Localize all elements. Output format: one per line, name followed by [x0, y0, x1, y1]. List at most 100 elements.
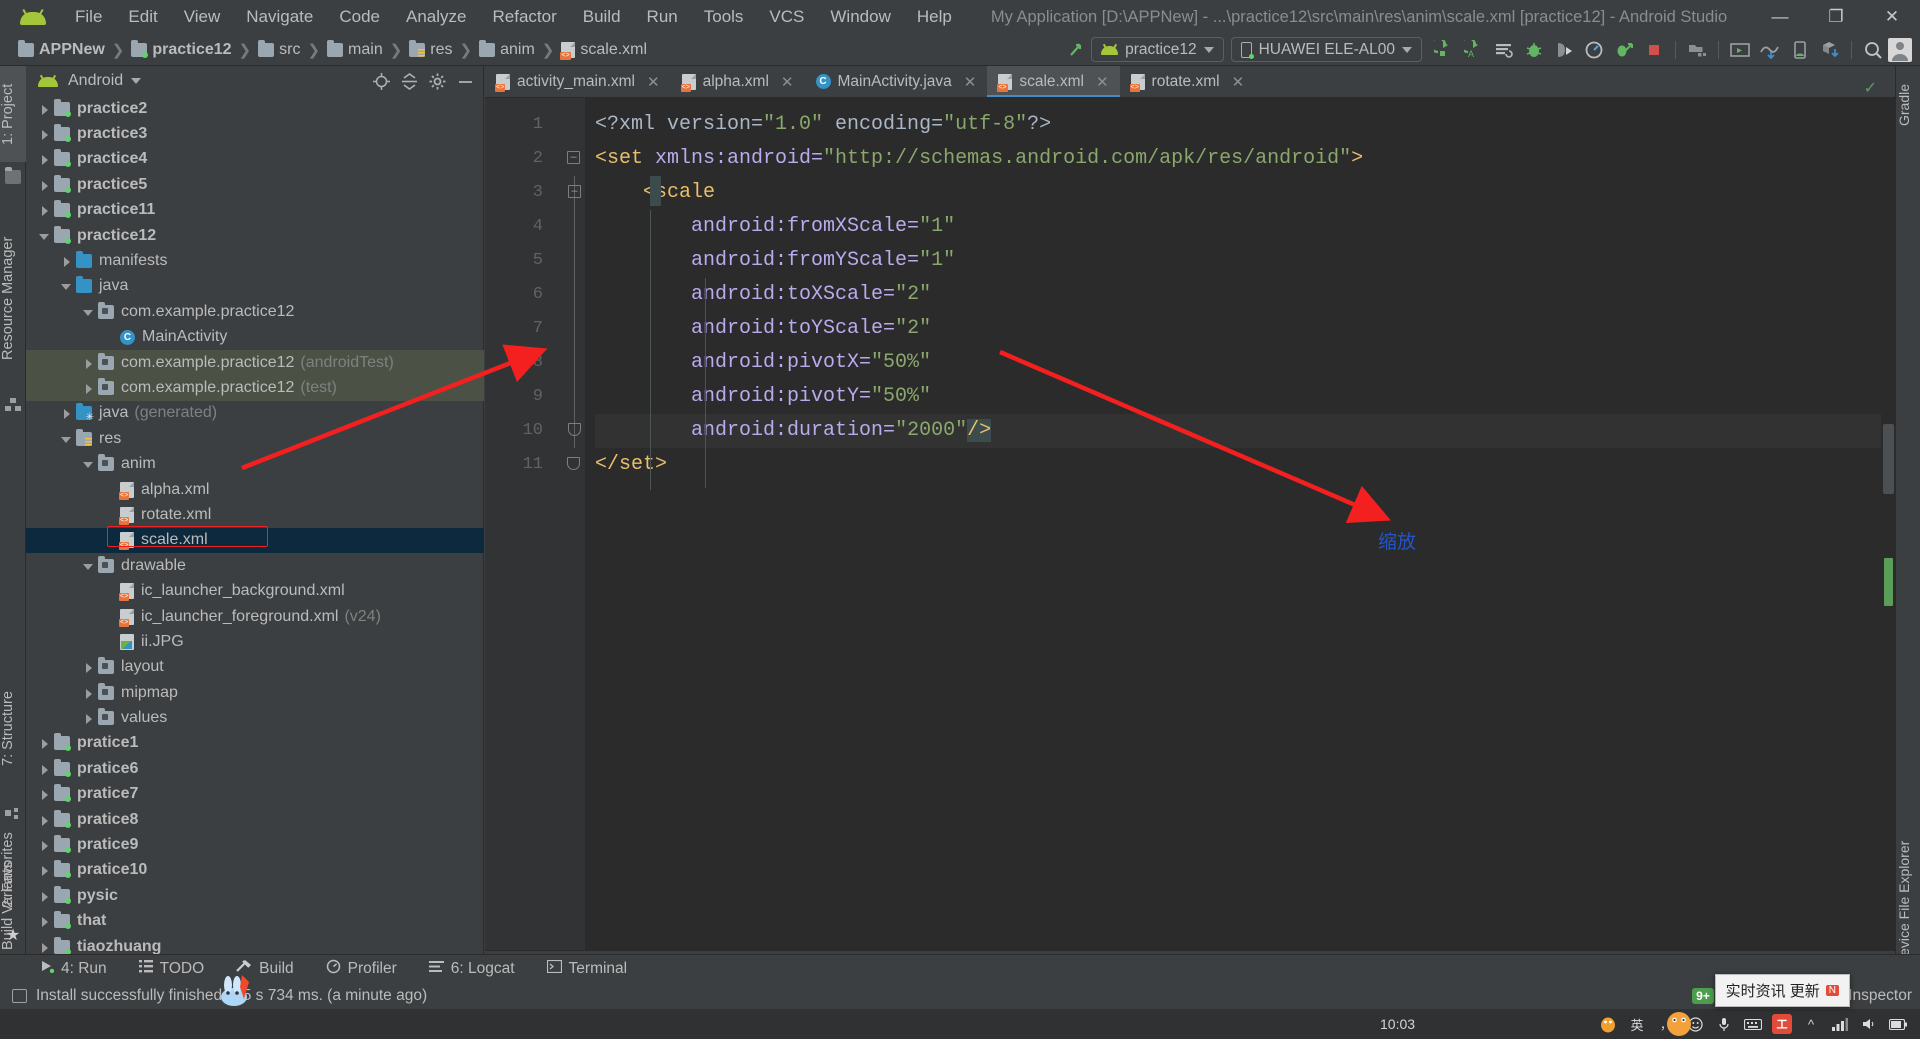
menu-analyze[interactable]: Analyze [393, 4, 479, 30]
inspection-ok-icon[interactable]: ✓ [1864, 78, 1877, 98]
menu-code[interactable]: Code [326, 4, 393, 30]
chevron-right-icon[interactable] [82, 686, 96, 700]
chevron-right-icon[interactable] [38, 838, 52, 852]
editor-tab-scale-xml[interactable]: scale.xml ✕ [987, 66, 1120, 97]
tree-row-layout[interactable]: layout [26, 655, 484, 680]
fold-end-icon[interactable] [567, 457, 580, 470]
search-icon[interactable] [1858, 37, 1888, 63]
tool-window-logcat[interactable]: 6: Logcat [413, 958, 531, 980]
code-line[interactable]: android:pivotX="50%" [595, 346, 1895, 380]
tree-row-manifests[interactable]: manifests [26, 248, 484, 273]
chevron-right-icon[interactable] [60, 406, 74, 420]
news-toast-popup[interactable]: 实时资讯 更新 N [1714, 974, 1850, 1007]
tree-row-practice2[interactable]: practice2 [26, 96, 484, 121]
make-project-icon[interactable] [1061, 37, 1091, 63]
tree-row-java[interactable]: java [26, 274, 484, 299]
code-line[interactable]: <?xml version="1.0" encoding="utf-8"?> [595, 108, 1895, 142]
sidebar-item-favorites[interactable]: 2: Favorites [0, 820, 26, 920]
editor-scrollbar-thumb[interactable] [1883, 424, 1894, 494]
menu-file[interactable]: File [62, 4, 115, 30]
sidebar-item-resource-manager[interactable]: Resource Manager [0, 206, 26, 391]
chevron-right-icon[interactable] [38, 762, 52, 776]
close-icon[interactable]: ✕ [1232, 73, 1245, 91]
menu-help[interactable]: Help [904, 4, 965, 30]
hide-panel-icon[interactable] [453, 70, 477, 92]
minimize-button[interactable]: — [1752, 0, 1808, 34]
network-icon[interactable] [1830, 1014, 1850, 1034]
chevron-down-icon[interactable] [82, 457, 96, 471]
editor-marker-bar[interactable] [1881, 98, 1895, 950]
tree-row-com-example-practice12[interactable]: com.example.practice12 (androidTest) [26, 349, 484, 376]
tree-row-pratice9[interactable]: pratice9 [26, 832, 484, 857]
tool-window-run[interactable]: 4: Run [0, 957, 123, 980]
menu-edit[interactable]: Edit [115, 4, 170, 30]
attach-profiler-icon[interactable] [1609, 37, 1639, 63]
sidebar-item-gradle[interactable]: Gradle [1896, 74, 1920, 136]
sidebar-item-structure[interactable]: 7: Structure [0, 656, 26, 801]
breadcrumb-src[interactable]: src [256, 39, 302, 60]
code-line[interactable]: android:toYScale="2" [595, 312, 1895, 346]
tree-row-rotate-xml[interactable]: rotate.xml [26, 502, 484, 527]
tree-row-pratice1[interactable]: pratice1 [26, 731, 484, 756]
breadcrumb-appnew[interactable]: APPNew [16, 39, 107, 60]
chevron-right-icon[interactable] [38, 203, 52, 217]
tree-row-scale-xml[interactable]: scale.xml [26, 527, 484, 554]
tool-window-profiler[interactable]: Profiler [310, 957, 413, 981]
code-line[interactable]: android:duration="2000"/> [595, 414, 1895, 448]
chevron-down-icon[interactable] [131, 78, 142, 84]
apply-changes-icon[interactable]: A [1459, 37, 1489, 63]
chevron-down-icon[interactable] [60, 432, 74, 446]
code-editor[interactable]: 1 2 3 4 5 6 7 8 9 10 11 – – <?xml version="1.0" en… [485, 98, 1895, 950]
code-line[interactable]: android:fromYScale="1" [595, 244, 1895, 278]
battery-icon[interactable] [1888, 1014, 1908, 1034]
sidebar-item-project[interactable]: 1: Project [0, 66, 26, 162]
ime-mic-icon[interactable] [1714, 1014, 1734, 1034]
chevron-right-icon[interactable] [38, 813, 52, 827]
layout-inspector-icon[interactable] [1815, 37, 1845, 63]
run-icon[interactable] [1429, 37, 1459, 63]
chevron-right-icon[interactable] [38, 102, 52, 116]
code-line[interactable]: android:fromXScale="1" [595, 210, 1895, 244]
breadcrumb-scale-xml[interactable]: scale.xml [559, 40, 649, 60]
tree-row-com-example-practice12[interactable]: com.example.practice12 (test) [26, 375, 484, 401]
editor-tab-activity-main-xml[interactable]: activity_main.xml ✕ [485, 66, 671, 97]
chevron-right-icon[interactable] [38, 787, 52, 801]
tree-row-anim[interactable]: anim [26, 451, 484, 476]
chevron-right-icon[interactable] [82, 381, 96, 395]
tree-row-pratice7[interactable]: pratice7 [26, 782, 484, 807]
chevron-right-icon[interactable] [82, 711, 96, 725]
apply-code-changes-icon[interactable] [1489, 37, 1519, 63]
tree-row-pratice10[interactable]: pratice10 [26, 858, 484, 883]
tree-row-practice12[interactable]: practice12 [26, 223, 484, 248]
menu-refactor[interactable]: Refactor [479, 4, 569, 30]
tree-row-alpha-xml[interactable]: alpha.xml [26, 477, 484, 502]
maximize-button[interactable]: ❐ [1808, 0, 1864, 34]
code-line[interactable]: <scale [595, 176, 1895, 210]
project-structure-icon[interactable] [1682, 37, 1712, 63]
chevron-right-icon[interactable] [82, 356, 96, 370]
attach-debugger-icon[interactable] [1549, 37, 1579, 63]
fold-end-icon[interactable] [568, 423, 581, 436]
ime-cn-icon[interactable]: 英 [1627, 1014, 1647, 1034]
project-tree[interactable]: practice2 practice3 practice4 practice5 prac… [26, 96, 484, 982]
tree-row-pysic[interactable]: pysic [26, 883, 484, 908]
chevron-down-icon[interactable] [82, 559, 96, 573]
tray-up-icon[interactable]: ^ [1801, 1014, 1821, 1034]
profiler-icon[interactable] [1579, 37, 1609, 63]
code-line[interactable]: android:pivotY="50%" [595, 380, 1895, 414]
code-line[interactable]: </set> [595, 448, 1895, 482]
qq-icon[interactable] [1598, 1014, 1618, 1034]
close-icon[interactable]: ✕ [647, 73, 660, 91]
menu-build[interactable]: Build [570, 4, 634, 30]
breadcrumb-practice12[interactable]: practice12 [129, 39, 233, 60]
close-icon[interactable]: ✕ [964, 73, 977, 91]
qq-floating-icon[interactable] [1662, 1007, 1696, 1037]
tree-row-res[interactable]: res [26, 426, 484, 451]
menu-run[interactable]: Run [634, 4, 691, 30]
account-avatar-icon[interactable] [1888, 37, 1912, 62]
settings-gear-icon[interactable] [425, 70, 449, 92]
debug-icon[interactable] [1519, 37, 1549, 63]
tree-row-practice4[interactable]: practice4 [26, 147, 484, 172]
run-configuration-selector[interactable]: practice12 [1091, 37, 1224, 62]
breadcrumb-anim[interactable]: anim [477, 39, 537, 60]
